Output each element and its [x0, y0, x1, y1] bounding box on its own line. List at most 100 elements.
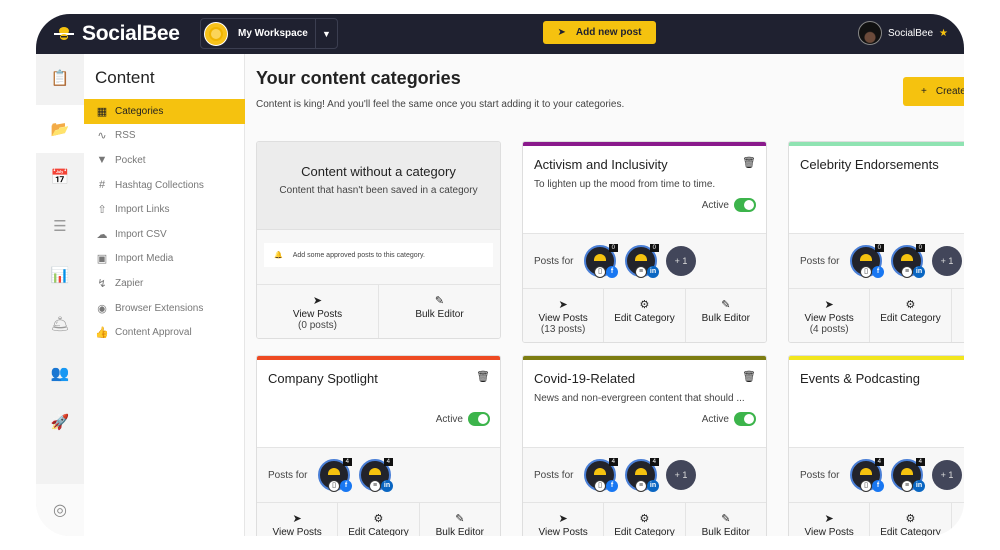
view-posts-button[interactable]: ➤ View Posts: [257, 503, 339, 536]
subnav-item-label: Import Media: [115, 253, 174, 265]
social-account-avatar[interactable]: 4 ▯ f: [318, 458, 352, 492]
paper-plane-icon: ➤: [558, 513, 568, 525]
bee-avatar-icon: [635, 254, 647, 261]
subnav-item-browser-extensions[interactable]: ◉ Browser Extensions: [84, 296, 245, 321]
more-accounts-badge[interactable]: + 1: [666, 460, 696, 490]
workspace-selector[interactable]: My Workspace ▼: [200, 18, 338, 49]
view-posts-button[interactable]: ➤ View Posts (0 posts): [257, 285, 379, 338]
social-account-avatar[interactable]: 0 ▯ f: [584, 244, 618, 278]
active-toggle[interactable]: [734, 198, 756, 212]
account-post-count: 4: [649, 458, 659, 466]
view-posts-button[interactable]: ➤ View Posts (4 posts): [789, 289, 871, 342]
trash-icon[interactable]: 🗑: [476, 370, 490, 383]
edit-category-button[interactable]: ⚙ Edit Category: [604, 289, 686, 342]
edit-category-button[interactable]: ⚙ Edit Category: [870, 503, 952, 536]
linkedin-icon: in: [913, 266, 925, 278]
active-toggle-wrap: Active: [702, 412, 756, 426]
layers-icon: ≡: [901, 266, 913, 278]
subnav-item-categories[interactable]: ▦ Categories: [84, 99, 245, 124]
subnav-item-hashtag-collections[interactable]: # Hashtag Collections: [84, 173, 245, 198]
gear-icon: ⚙: [905, 513, 916, 525]
account-post-count: 4: [383, 458, 393, 466]
card-actions: ➤ View Posts ⚙ Edit Category ✎ Bulk Editor: [257, 503, 500, 536]
social-account-avatar[interactable]: 0 ≡ in: [891, 244, 925, 278]
active-toggle[interactable]: [468, 412, 490, 426]
active-toggle-wrap: Active: [436, 412, 490, 426]
bulk-editor-button[interactable]: ✎Bulk Editor: [685, 503, 766, 536]
linkedin-icon: in: [647, 480, 659, 492]
more-accounts-badge[interactable]: + 1: [666, 246, 696, 276]
social-account-avatar[interactable]: 4 ▯ f: [850, 458, 884, 492]
add-new-post-button[interactable]: ➤ Add new post: [543, 21, 656, 44]
bulk-editor-button[interactable]: ✎Bulk Editor: [951, 503, 964, 536]
social-account-avatar[interactable]: 0 ≡ in: [625, 244, 659, 278]
subnav-item-import-links[interactable]: ⇧ Import Links: [84, 197, 245, 222]
page-title: Your content categories: [256, 68, 461, 88]
mobile-icon: ▯: [860, 266, 872, 278]
layers-icon: ≡: [369, 480, 381, 492]
edit-category-button[interactable]: ⚙ Edit Category: [604, 503, 686, 536]
paper-plane-icon: ➤: [558, 299, 568, 311]
subnav-item-rss[interactable]: ∿ RSS: [84, 124, 245, 149]
chevron-down-icon[interactable]: ▼: [315, 19, 337, 48]
account-post-count: 4: [608, 458, 618, 466]
social-account-avatar[interactable]: 4 ≡ in: [359, 458, 393, 492]
logo[interactable]: SocialBee: [52, 22, 180, 46]
app-window: SocialBee My Workspace ▼ ➤ Add new post …: [36, 14, 964, 536]
subnav-title: Content: [95, 68, 155, 87]
social-account-avatar[interactable]: 4 ≡ in: [625, 458, 659, 492]
view-posts-button[interactable]: ➤ View Posts (13 posts): [523, 289, 605, 342]
active-toggle[interactable]: [734, 412, 756, 426]
rail-item-services[interactable]: 🛎: [36, 300, 84, 348]
bee-avatar-icon: [860, 254, 872, 261]
post-count: (0 posts): [298, 320, 337, 331]
grid-icon: ▦: [96, 105, 108, 118]
card-title: Content without a category: [301, 164, 456, 179]
edit-category-button[interactable]: ⚙ Edit Category: [338, 503, 420, 536]
bee-avatar-icon: [860, 468, 872, 475]
subnav-item-pocket[interactable]: ▼ Pocket: [84, 148, 245, 173]
subnav-item-content-approval[interactable]: 👍 Content Approval: [84, 320, 245, 345]
trash-icon[interactable]: 🗑: [742, 156, 756, 169]
rail-item-analytics[interactable]: 📊: [36, 251, 84, 299]
category-card: Events & Podcasting 🗑 Active Posts for 4…: [788, 355, 964, 536]
bulk-editor-button[interactable]: ✎Bulk Editor: [419, 503, 500, 536]
rocket-icon: 🚀: [50, 414, 70, 431]
action-label: View Posts: [538, 527, 588, 536]
subnav-item-import-media[interactable]: ▣ Import Media: [84, 247, 245, 272]
rail-item-calendar[interactable]: 📅: [36, 153, 84, 201]
social-account-avatar[interactable]: 4 ≡ in: [891, 458, 925, 492]
facebook-icon: f: [606, 266, 618, 278]
rail-item-help[interactable]: ◎: [36, 484, 84, 536]
bulk-editor-button[interactable]: ✎Bulk Editor: [379, 285, 500, 338]
create-category-button[interactable]: + Create: [903, 77, 964, 106]
rail-item-content[interactable]: 📂: [36, 105, 84, 153]
subnav-item-label: Content Approval: [115, 327, 192, 339]
rail-item-clipboard[interactable]: 📋: [36, 54, 84, 102]
more-accounts-badge[interactable]: + 1: [932, 460, 962, 490]
view-posts-button[interactable]: ➤ View Posts: [523, 503, 605, 536]
bulk-editor-button[interactable]: ✎Bulk Editor: [685, 289, 766, 342]
posts-for-label: Posts for: [534, 469, 574, 481]
more-accounts-badge[interactable]: + 1: [932, 246, 962, 276]
rail-item-rocket[interactable]: 🚀: [36, 398, 84, 446]
mobile-icon: ▯: [594, 266, 606, 278]
upload-icon: ⇧: [97, 204, 107, 217]
top-bar: SocialBee My Workspace ▼ ➤ Add new post …: [36, 14, 964, 54]
subnav-item-import-csv[interactable]: ☁ Import CSV: [84, 222, 245, 247]
bulk-editor-button[interactable]: ✎Bulk Editor: [951, 289, 964, 342]
trash-icon[interactable]: 🗑: [742, 370, 756, 383]
card-title: Company Spotlight: [268, 371, 378, 386]
view-posts-button[interactable]: ➤ View Posts: [789, 503, 871, 536]
user-menu[interactable]: SocialBee ★: [858, 21, 948, 45]
action-label: View Posts: [538, 313, 588, 324]
social-account-avatar[interactable]: 4 ▯ f: [584, 458, 618, 492]
rail-item-list[interactable]: ☰: [36, 202, 84, 250]
calendar-icon: 📅: [50, 169, 70, 186]
subnav-item-zapier[interactable]: ↯ Zapier: [84, 271, 245, 296]
card-header: Covid-19-Related News and non-evergreen …: [523, 360, 766, 448]
card-header: Activism and Inclusivity To lighten up t…: [523, 146, 766, 234]
edit-category-button[interactable]: ⚙ Edit Category: [870, 289, 952, 342]
social-account-avatar[interactable]: 0 ▯ f: [850, 244, 884, 278]
rail-item-users[interactable]: 👥: [36, 349, 84, 397]
